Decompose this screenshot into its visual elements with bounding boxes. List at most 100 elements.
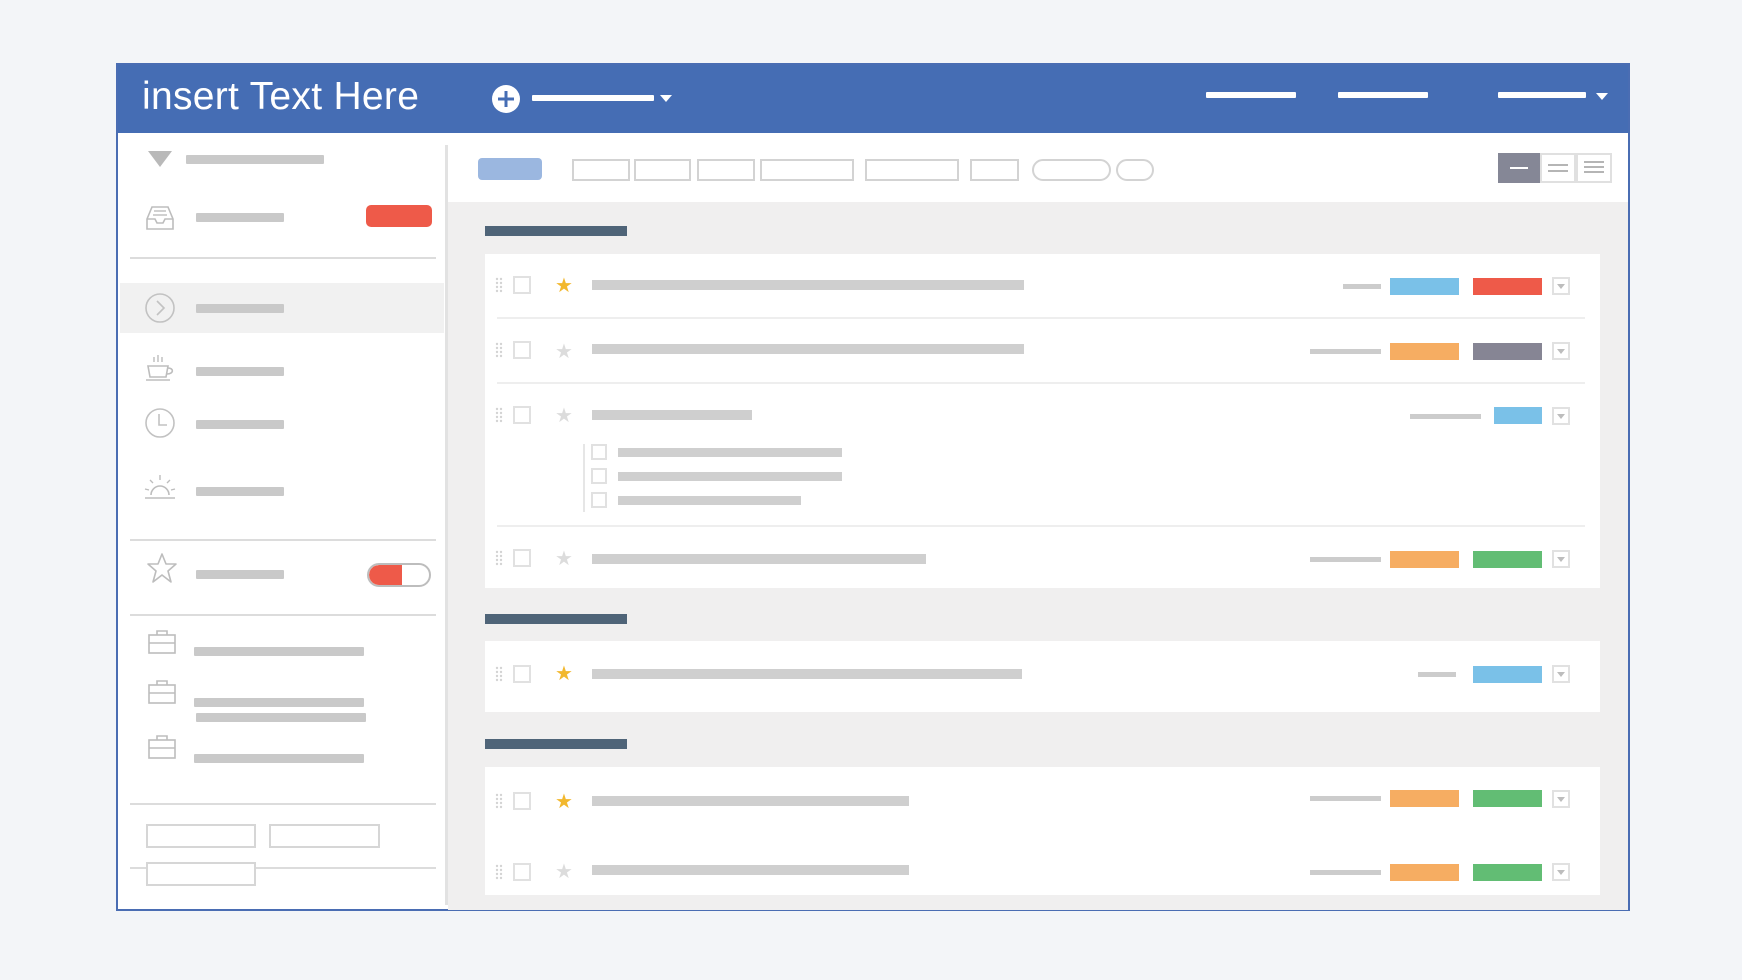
chevron-down-icon[interactable]: [1596, 93, 1608, 100]
task-title[interactable]: [592, 554, 926, 564]
task-checkbox[interactable]: [513, 341, 531, 359]
task-due-date: [1310, 796, 1381, 801]
toolbar-button-3[interactable]: [697, 159, 755, 181]
toolbar-button-1[interactable]: [572, 159, 630, 181]
task-tag[interactable]: [1473, 343, 1542, 360]
inbox-count-badge: [366, 205, 432, 227]
briefcase-icon: [148, 630, 176, 654]
sidebar: [118, 133, 444, 909]
task-tag[interactable]: [1473, 278, 1542, 295]
drag-handle-icon[interactable]: [495, 550, 503, 566]
chevron-down-icon[interactable]: [660, 95, 672, 102]
task-tag[interactable]: [1390, 278, 1459, 295]
toolbar-pill-1[interactable]: [1032, 159, 1111, 181]
task-tag[interactable]: [1473, 790, 1542, 807]
sidebar-project-1[interactable]: [194, 647, 364, 656]
primary-action-button[interactable]: [478, 158, 542, 180]
task-menu-dropdown[interactable]: [1552, 790, 1570, 808]
task-tag[interactable]: [1473, 666, 1542, 683]
sidebar-divider: [130, 539, 436, 541]
task-checkbox[interactable]: [513, 665, 531, 683]
star-icon[interactable]: ★: [555, 862, 573, 882]
task-title[interactable]: [592, 865, 909, 875]
star-icon: [147, 553, 177, 583]
task-title[interactable]: [592, 669, 1022, 679]
task-menu-dropdown[interactable]: [1552, 550, 1570, 568]
sidebar-footer-button-1[interactable]: [146, 824, 256, 848]
view-expanded-button[interactable]: [1576, 153, 1612, 183]
inbox-tray-icon: [146, 206, 174, 230]
filter-triangle-icon[interactable]: [142, 143, 178, 179]
new-item-selector[interactable]: [532, 95, 654, 101]
task-due-date: [1310, 557, 1381, 562]
subtask-checkbox[interactable]: [591, 468, 607, 484]
star-icon[interactable]: ★: [555, 549, 573, 569]
header-nav-item-2[interactable]: [1338, 92, 1428, 98]
star-icon[interactable]: ★: [555, 276, 573, 296]
toolbar-button-2[interactable]: [634, 159, 691, 181]
view-compact-button[interactable]: [1498, 153, 1540, 183]
sidebar-footer-button-3[interactable]: [146, 862, 256, 886]
task-tag[interactable]: [1390, 790, 1459, 807]
row-divider: [497, 317, 1585, 319]
sidebar-item-scheduled[interactable]: [196, 420, 284, 429]
user-menu[interactable]: [1498, 92, 1586, 98]
task-checkbox[interactable]: [513, 276, 531, 294]
star-icon[interactable]: ★: [555, 792, 573, 812]
task-title[interactable]: [592, 344, 1024, 354]
subtask-checkbox[interactable]: [591, 492, 607, 508]
star-icon[interactable]: ★: [555, 342, 573, 362]
task-menu-dropdown[interactable]: [1552, 277, 1570, 295]
sidebar-item-inbox[interactable]: [196, 213, 284, 222]
star-icon[interactable]: ★: [555, 664, 573, 684]
drag-handle-icon[interactable]: [495, 342, 503, 358]
task-tag[interactable]: [1473, 864, 1542, 881]
task-title[interactable]: [592, 280, 1024, 290]
sidebar-item-favorites[interactable]: [196, 570, 284, 579]
favorites-toggle[interactable]: [367, 563, 431, 587]
task-checkbox[interactable]: [513, 406, 531, 424]
sidebar-item-today[interactable]: [196, 367, 284, 376]
sidebar-filter-label[interactable]: [186, 155, 324, 164]
toolbar-pill-2[interactable]: [1116, 159, 1154, 181]
task-due-date: [1310, 870, 1381, 875]
task-tag[interactable]: [1473, 551, 1542, 568]
sidebar-item-next[interactable]: [196, 304, 284, 313]
subtask-title[interactable]: [618, 448, 842, 457]
subtask-title[interactable]: [618, 472, 842, 481]
task-tag[interactable]: [1390, 864, 1459, 881]
view-normal-button[interactable]: [1540, 153, 1576, 183]
toolbar-button-6[interactable]: [970, 159, 1019, 181]
subtask-checkbox[interactable]: [591, 444, 607, 460]
task-checkbox[interactable]: [513, 549, 531, 567]
subtask-title[interactable]: [618, 496, 801, 505]
drag-handle-icon[interactable]: [495, 407, 503, 423]
sidebar-project-3[interactable]: [194, 754, 364, 763]
sidebar-project-1[interactable]: [196, 713, 366, 722]
task-tag[interactable]: [1390, 551, 1459, 568]
task-tag[interactable]: [1390, 343, 1459, 360]
plus-circle-icon[interactable]: [490, 83, 522, 115]
drag-handle-icon[interactable]: [495, 666, 503, 682]
drag-handle-icon[interactable]: [495, 277, 503, 293]
task-tag[interactable]: [1494, 407, 1542, 424]
header-nav-item-1[interactable]: [1206, 92, 1296, 98]
toolbar-button-4[interactable]: [760, 159, 854, 181]
task-due-date: [1418, 672, 1456, 677]
task-title[interactable]: [592, 410, 752, 420]
task-checkbox[interactable]: [513, 792, 531, 810]
task-checkbox[interactable]: [513, 863, 531, 881]
task-menu-dropdown[interactable]: [1552, 407, 1570, 425]
task-menu-dropdown[interactable]: [1552, 863, 1570, 881]
drag-handle-icon[interactable]: [495, 864, 503, 880]
task-title[interactable]: [592, 796, 909, 806]
sidebar-project-2[interactable]: [194, 698, 364, 707]
coffee-cup-icon: [146, 355, 174, 381]
toolbar-button-5[interactable]: [865, 159, 959, 181]
drag-handle-icon[interactable]: [495, 793, 503, 809]
task-menu-dropdown[interactable]: [1552, 342, 1570, 360]
star-icon[interactable]: ★: [555, 406, 573, 426]
task-menu-dropdown[interactable]: [1552, 665, 1570, 683]
sidebar-item-upcoming[interactable]: [196, 487, 284, 496]
sidebar-footer-button-2[interactable]: [269, 824, 380, 848]
